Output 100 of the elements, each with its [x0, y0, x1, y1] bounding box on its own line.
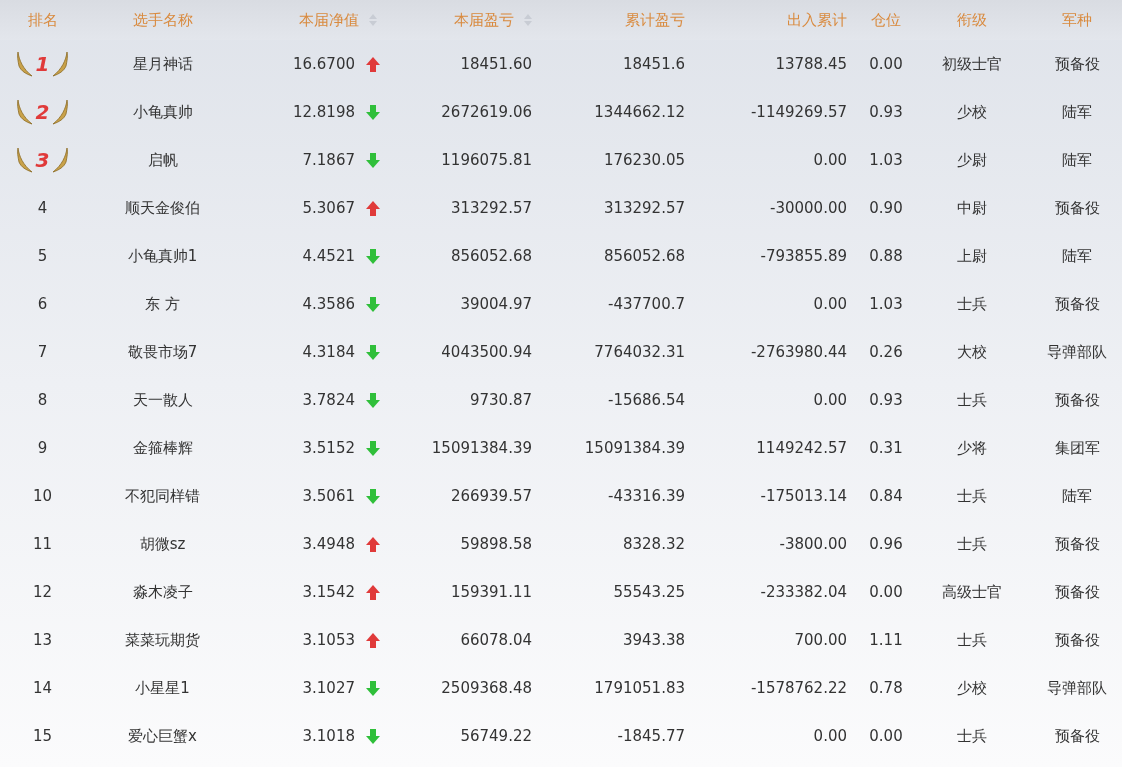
table-cell-text: 0.78: [869, 677, 903, 699]
table-cell-text: 0.00: [813, 389, 847, 411]
player-name: 星月神话: [132, 53, 193, 75]
table-cell-text: 39004.97: [460, 293, 532, 315]
table-cell-text: 0.26: [869, 341, 903, 363]
table-cell-text: 3.1018: [302, 725, 355, 747]
table-cell-text: 0.00: [813, 149, 847, 171]
rank-number: 12: [32, 581, 53, 603]
table-cell-text: 266939.57: [450, 485, 532, 507]
table-cell-text: 3.1542: [302, 581, 355, 603]
table-cell-text: 预备役: [1054, 389, 1100, 411]
table-cell-text: -43316.39: [608, 485, 685, 507]
table-cell-text: -233382.04: [760, 581, 847, 603]
player-name: 顺天金俊伯: [125, 197, 200, 219]
column-header[interactable]: 本届净值: [299, 8, 359, 32]
table-cell-text: -3800.00: [779, 533, 847, 555]
table-cell-text: 预备役: [1054, 725, 1100, 747]
table-cell-text: 856052.68: [450, 245, 532, 267]
rank-number: 14: [32, 677, 53, 699]
player-name: 敬畏市场7: [127, 341, 198, 363]
column-header: 累计盈亏: [625, 9, 685, 31]
table-cell-text: 66078.04: [460, 629, 532, 651]
table-cell-text: 0.88: [869, 245, 903, 267]
table-cell-text: 0.00: [869, 725, 903, 747]
table-cell-text: 700.00: [794, 629, 847, 651]
table-cell-text: 1196075.81: [441, 149, 532, 171]
column-header: 军种: [1062, 9, 1092, 31]
rank-number: 13: [32, 629, 53, 651]
table-cell-text: 59898.58: [460, 533, 532, 555]
table-cell-text: 陆军: [1062, 101, 1092, 123]
table-cell-text: 3.1053: [302, 629, 355, 651]
table-cell-text: 导弹部队: [1047, 677, 1107, 699]
table-cell-text: 176230.05: [603, 149, 685, 171]
table-cell-text: 预备役: [1054, 533, 1100, 555]
column-header: 衔级: [957, 9, 987, 31]
rank-number: 15: [32, 725, 53, 747]
table-cell-text: 0.93: [869, 389, 903, 411]
rank-number: 6: [37, 293, 48, 315]
table-cell-text: 士兵: [957, 389, 987, 411]
column-header: 排名: [27, 9, 58, 31]
rank-number: 8: [37, 389, 48, 411]
table-cell-text: 1.03: [869, 293, 903, 315]
table-cell-text: 陆军: [1062, 245, 1092, 267]
table-cell-text: 18451.6: [622, 53, 685, 75]
table-cell-text: 0.93: [869, 101, 903, 123]
table-cell-text: 7.1867: [302, 149, 355, 171]
wing-icon: [52, 51, 69, 77]
table-cell-text: 士兵: [957, 725, 987, 747]
sort-icon[interactable]: [524, 14, 532, 26]
table-cell-text: 15091384.39: [584, 437, 685, 459]
player-name: 胡微sz: [139, 533, 186, 555]
wing-icon: [16, 147, 33, 173]
table-cell-text: 3.5061: [302, 485, 355, 507]
table-cell-text: 12.8198: [292, 101, 355, 123]
player-name: 天一散人: [132, 389, 193, 411]
table-cell-text: 159391.11: [450, 581, 532, 603]
player-name: 小龟真帅1: [127, 245, 198, 267]
table-cell-text: 4043500.94: [441, 341, 532, 363]
rank-number: 1: [35, 54, 50, 74]
table-cell-text: 4.3184: [302, 341, 355, 363]
table-cell-text: 0.90: [869, 197, 903, 219]
sort-icon[interactable]: [369, 14, 377, 26]
rank-number: 11: [32, 533, 53, 555]
player-name: 金箍棒辉: [132, 437, 193, 459]
table-cell-text: 中尉: [957, 197, 987, 219]
table-cell-text: 4.4521: [302, 245, 355, 267]
table-cell-text: -15686.54: [608, 389, 685, 411]
table-cell-text: 高级士官: [942, 581, 1002, 603]
table-cell-text: 陆军: [1062, 149, 1092, 171]
wing-icon: [52, 147, 69, 173]
table-cell-text: -1149269.57: [750, 101, 847, 123]
table-cell-text: 0.96: [869, 533, 903, 555]
rank-number: 5: [37, 245, 48, 267]
column-header: 选手名称: [132, 9, 193, 31]
table-cell-text: 1.03: [869, 149, 903, 171]
table-cell-text: 0.00: [869, 53, 903, 75]
table-cell-text: 0.31: [869, 437, 903, 459]
table-cell-text: 预备役: [1054, 293, 1100, 315]
table-cell-text: 0.84: [869, 485, 903, 507]
player-name: 淼木凌子: [132, 581, 193, 603]
table-cell-text: 3.7824: [302, 389, 355, 411]
wing-icon: [16, 51, 33, 77]
player-name: 小星星1: [135, 677, 190, 699]
table-cell-text: 集团军: [1054, 437, 1100, 459]
table-cell-text: 导弹部队: [1047, 341, 1107, 363]
table-cell-text: 3.4948: [302, 533, 355, 555]
table-cell-text: -2763980.44: [750, 341, 847, 363]
table-cell-text: 3.5152: [302, 437, 355, 459]
table-cell-text: 1.11: [869, 629, 903, 651]
table-cell-text: -30000.00: [770, 197, 847, 219]
table-cell-text: 少校: [957, 677, 987, 699]
table-cell-text: 0.00: [869, 581, 903, 603]
table-cell-text: 初级士官: [942, 53, 1002, 75]
table-cell-text: 士兵: [957, 533, 987, 555]
table-cell-text: 士兵: [957, 485, 987, 507]
column-header[interactable]: 本届盈亏: [454, 8, 514, 32]
table-cell-text: 少校: [957, 101, 987, 123]
table-cell-text: 0.00: [813, 293, 847, 315]
rank-number: 7: [37, 341, 48, 363]
table-cell-text: 预备役: [1054, 629, 1100, 651]
